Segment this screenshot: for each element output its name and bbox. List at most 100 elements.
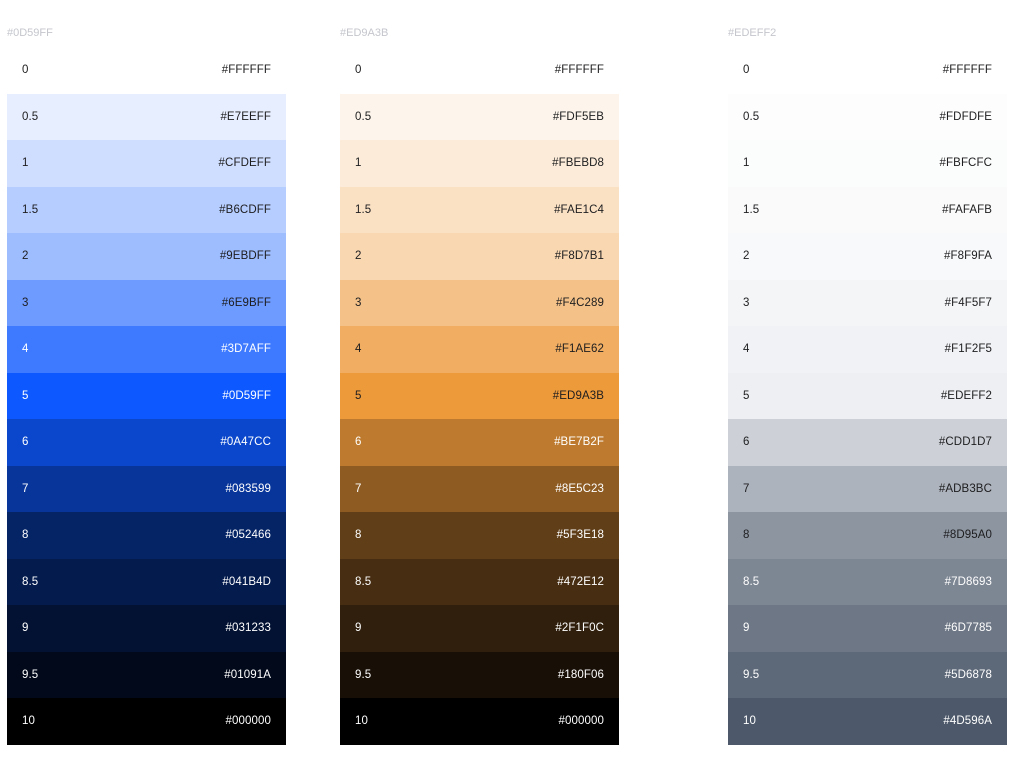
color-swatch[interactable]: 2 #F8D7B1 <box>340 233 619 280</box>
swatch-hex-label: #6E9BFF <box>221 296 271 309</box>
swatch-step-label: 1 <box>355 157 362 170</box>
palette-title: #EDEFF2 <box>728 27 777 39</box>
color-swatch[interactable]: 1.5 #B6CDFF <box>7 186 286 233</box>
color-swatch[interactable]: 5 #0D59FF <box>7 372 286 419</box>
color-swatch[interactable]: 1.5 #FAE1C4 <box>340 186 619 233</box>
color-swatch[interactable]: 1.5 #FAFAFB <box>728 186 1007 233</box>
color-swatch[interactable]: 10 #4D596A <box>728 698 1007 745</box>
swatch-hex-label: #0A47CC <box>220 436 271 449</box>
color-swatch[interactable]: 3 #F4F5F7 <box>728 279 1007 326</box>
swatch-step-label: 7 <box>22 482 29 495</box>
swatch-hex-label: #ED9A3B <box>552 389 604 402</box>
swatch-hex-label: #6D7785 <box>944 622 992 635</box>
swatch-hex-label: #ADB3BC <box>938 482 992 495</box>
swatch-hex-label: #FFFFFF <box>554 64 604 77</box>
color-swatch[interactable]: 0 #FFFFFF <box>728 47 1007 94</box>
swatch-step-label: 3 <box>355 296 362 309</box>
color-swatch[interactable]: 9.5 #5D6878 <box>728 651 1007 698</box>
swatch-hex-label: #FAFAFB <box>942 203 992 216</box>
color-swatch[interactable]: 7 #083599 <box>7 465 286 512</box>
swatch-hex-label: #0D59FF <box>222 389 271 402</box>
color-swatch[interactable]: 3 #6E9BFF <box>7 279 286 326</box>
color-swatch[interactable]: 4 #F1AE62 <box>340 326 619 373</box>
swatch-step-label: 5 <box>743 389 750 402</box>
swatch-hex-label: #FBFCFC <box>939 157 992 170</box>
swatch-step-label: 8 <box>22 529 29 542</box>
swatch-hex-label: #FAE1C4 <box>554 203 604 216</box>
swatch-hex-label: #01091A <box>224 668 271 681</box>
color-swatch[interactable]: 10 #000000 <box>340 698 619 745</box>
swatch-hex-label: #000000 <box>558 715 604 728</box>
color-swatch[interactable]: 0 #FFFFFF <box>340 47 619 94</box>
swatch-step-label: 8.5 <box>743 575 760 588</box>
swatch-list: 0 #FFFFFF 0.5 #FDF5EB 1 #FBEBD8 1.5 #FAE1C4 2 #F8… <box>340 47 619 745</box>
swatch-step-label: 2 <box>355 250 362 263</box>
color-swatch[interactable]: 4 #F1F2F5 <box>728 326 1007 373</box>
color-swatch[interactable]: 8.5 #041B4D <box>7 558 286 605</box>
color-swatch[interactable]: 4 #3D7AFF <box>7 326 286 373</box>
swatch-hex-label: #B6CDFF <box>219 203 271 216</box>
swatch-hex-label: #3D7AFF <box>221 343 271 356</box>
swatch-hex-label: #FFFFFF <box>221 64 271 77</box>
swatch-hex-label: #F8F9FA <box>944 250 992 263</box>
swatch-hex-label: #F1AE62 <box>555 343 604 356</box>
color-swatch[interactable]: 8.5 #472E12 <box>340 558 619 605</box>
color-swatch[interactable]: 3 #F4C289 <box>340 279 619 326</box>
color-swatch[interactable]: 5 #ED9A3B <box>340 372 619 419</box>
swatch-step-label: 0.5 <box>355 110 372 123</box>
color-swatch[interactable]: 2 #F8F9FA <box>728 233 1007 280</box>
color-swatch[interactable]: 9.5 #180F06 <box>340 651 619 698</box>
color-swatch[interactable]: 8 #8D95A0 <box>728 512 1007 559</box>
swatch-hex-label: #CDD1D7 <box>938 436 992 449</box>
swatch-step-label: 4 <box>22 343 29 356</box>
swatch-step-label: 2 <box>743 250 750 263</box>
color-swatch[interactable]: 0.5 #FDFDFE <box>728 93 1007 140</box>
color-swatch[interactable]: 9.5 #01091A <box>7 651 286 698</box>
swatch-step-label: 6 <box>355 436 362 449</box>
swatch-hex-label: #F1F2F5 <box>944 343 992 356</box>
swatch-hex-label: #9EBDFF <box>219 250 271 263</box>
color-swatch[interactable]: 2 #9EBDFF <box>7 233 286 280</box>
color-swatch[interactable]: 0 #FFFFFF <box>7 47 286 94</box>
swatch-hex-label: #F4F5F7 <box>944 296 992 309</box>
color-swatch[interactable]: 1 #CFDEFF <box>7 140 286 187</box>
color-swatch[interactable]: 8 #5F3E18 <box>340 512 619 559</box>
swatch-step-label: 4 <box>743 343 750 356</box>
color-swatch[interactable]: 7 #ADB3BC <box>728 465 1007 512</box>
color-swatch[interactable]: 1 #FBEBD8 <box>340 140 619 187</box>
swatch-hex-label: #8D95A0 <box>943 529 992 542</box>
color-swatch[interactable]: 6 #CDD1D7 <box>728 419 1007 466</box>
color-swatch[interactable]: 8.5 #7D8693 <box>728 558 1007 605</box>
swatch-hex-label: #2F1F0C <box>555 622 604 635</box>
swatch-step-label: 10 <box>743 715 756 728</box>
color-swatch[interactable]: 9 #6D7785 <box>728 605 1007 652</box>
swatch-step-label: 9.5 <box>22 668 39 681</box>
swatch-step-label: 0.5 <box>22 110 39 123</box>
color-swatch[interactable]: 5 #EDEFF2 <box>728 372 1007 419</box>
swatch-step-label: 5 <box>22 389 29 402</box>
swatch-step-label: 9 <box>355 622 362 635</box>
color-swatch[interactable]: 8 #052466 <box>7 512 286 559</box>
swatch-hex-label: #031233 <box>225 622 271 635</box>
color-swatch[interactable]: 6 #BE7B2F <box>340 419 619 466</box>
swatch-hex-label: #FDFDFE <box>939 110 992 123</box>
color-swatch[interactable]: 0.5 #E7EEFF <box>7 93 286 140</box>
color-swatch[interactable]: 1 #FBFCFC <box>728 140 1007 187</box>
color-swatch[interactable]: 10 #000000 <box>7 698 286 745</box>
swatch-step-label: 6 <box>743 436 750 449</box>
swatch-hex-label: #472E12 <box>557 575 604 588</box>
swatch-step-label: 1 <box>22 157 29 170</box>
swatch-hex-label: #8E5C23 <box>555 482 604 495</box>
swatch-hex-label: #5F3E18 <box>556 529 604 542</box>
color-swatch[interactable]: 9 #031233 <box>7 605 286 652</box>
color-swatch[interactable]: 6 #0A47CC <box>7 419 286 466</box>
swatch-step-label: 7 <box>355 482 362 495</box>
swatch-step-label: 10 <box>22 715 35 728</box>
color-swatch[interactable]: 0.5 #FDF5EB <box>340 93 619 140</box>
swatch-hex-label: #FFFFFF <box>942 64 992 77</box>
color-swatch[interactable]: 9 #2F1F0C <box>340 605 619 652</box>
color-swatch[interactable]: 7 #8E5C23 <box>340 465 619 512</box>
swatch-step-label: 8.5 <box>355 575 372 588</box>
swatch-step-label: 5 <box>355 389 362 402</box>
swatch-step-label: 4 <box>355 343 362 356</box>
